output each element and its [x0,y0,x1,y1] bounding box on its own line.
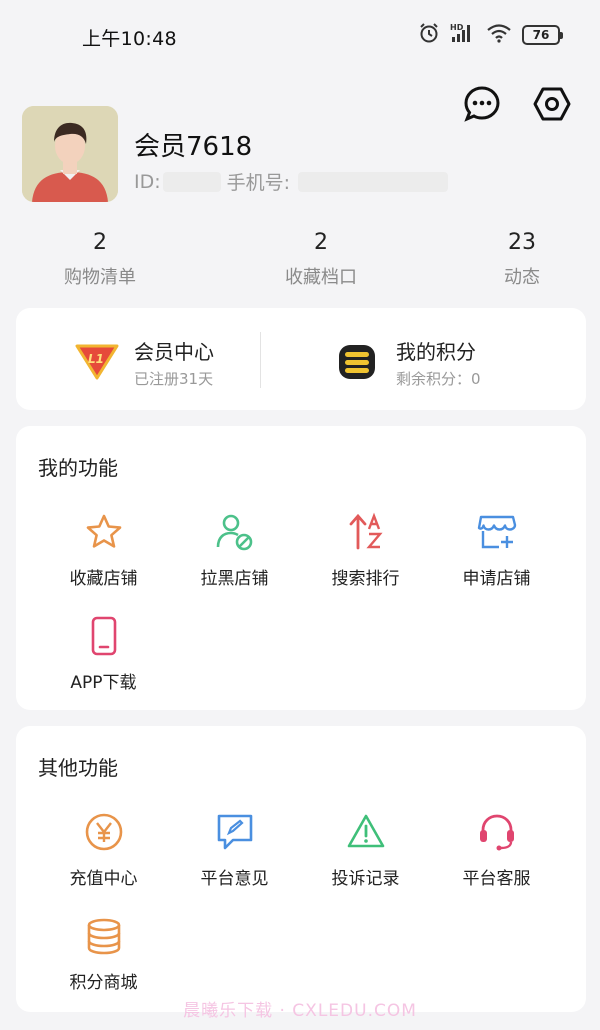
favorite-shops-button[interactable]: 收藏店铺 [38,510,169,589]
store-add-icon [475,510,519,554]
function-label: 积分商城 [69,973,138,993]
user-avatar-icon [22,106,118,202]
level-badge-text: L1 [88,352,104,366]
status-bar: 上午10:48 HD 76 [0,0,600,70]
network-label: HD [450,23,464,32]
system-icons: HD 76 [418,22,563,48]
search-ranking-button[interactable]: 搜索排行 [300,510,431,589]
function-label: 搜索排行 [331,569,400,589]
points-mall-button[interactable]: 积分商城 [38,914,169,993]
function-label: APP下载 [70,673,137,693]
function-label: 充值中心 [69,869,138,889]
stat-label: 动态 [504,267,540,288]
id-label: ID: [134,170,161,193]
app-download-button[interactable]: APP下载 [38,614,169,693]
stat-label: 购物清单 [64,267,136,288]
headset-icon [475,810,519,854]
function-label: 拉黑店铺 [200,569,269,589]
stat-label: 收藏档口 [285,267,357,288]
phone-value-redacted [298,171,449,192]
divider [260,332,261,388]
function-label: 投诉记录 [331,869,400,889]
apply-shop-button[interactable]: 申请店铺 [431,510,562,589]
other-functions-card: 其他功能 充值中心 平台意见 投诉记录 平台客服 积分商城 [16,726,586,1012]
stat-shopping-list[interactable]: 2 购物清单 [30,230,170,289]
phone-label: 手机号: [226,172,291,194]
sort-az-icon [344,510,388,554]
warning-icon [344,810,388,854]
alarm-icon [418,22,440,48]
level-badge-icon: L1 [75,344,119,380]
customer-service-button[interactable]: 平台客服 [431,810,562,889]
my-points-subtitle: 剩余积分：0 [396,370,481,388]
stat-value: 2 [314,230,328,255]
battery-indicator: 76 [522,25,563,45]
member-center-subtitle: 已注册31天 [134,370,214,388]
function-label: 平台意见 [200,869,269,889]
username: 会员7618 [134,132,253,162]
avatar[interactable] [22,106,118,202]
star-icon [82,510,126,554]
blocked-shops-button[interactable]: 拉黑店铺 [169,510,300,589]
my-points-button[interactable]: 我的积分 剩余积分：0 [316,308,586,410]
profile-header: 会员7618 ID: 手机号: [22,106,582,204]
points-database-icon [339,345,375,379]
account-info: ID: 手机号: [134,168,449,195]
recharge-center-button[interactable]: 充值中心 [38,810,169,889]
wifi-icon [486,22,512,48]
my-points-title: 我的积分 [396,340,476,364]
stat-activity[interactable]: 23 动态 [452,230,592,289]
signal-icon: HD [450,22,476,48]
stats-row: 2 购物清单 2 收藏档口 23 动态 [0,230,600,294]
status-time: 上午10:48 [82,28,177,50]
function-label: 平台客服 [462,869,531,889]
feedback-icon [213,810,257,854]
phone-icon [82,614,126,658]
member-center-button[interactable]: L1 会员中心 已注册31天 [16,308,261,410]
member-card: L1 会员中心 已注册31天 我的积分 剩余积分：0 [16,308,586,410]
stat-value: 23 [508,230,536,255]
watermark: 晨曦乐下载 · CXLEDU.COM [183,1001,417,1021]
function-label: 申请店铺 [462,569,531,589]
stat-favorite-stalls[interactable]: 2 收藏档口 [251,230,391,289]
coin-stack-icon [82,914,126,958]
my-functions-card: 我的功能 收藏店铺 拉黑店铺 搜索排行 申请店铺 APP下载 [16,426,586,710]
other-functions-title: 其他功能 [38,756,118,780]
function-label: 收藏店铺 [69,569,138,589]
user-block-icon [213,510,257,554]
platform-feedback-button[interactable]: 平台意见 [169,810,300,889]
complaint-records-button[interactable]: 投诉记录 [300,810,431,889]
yen-coin-icon [82,810,126,854]
stat-value: 2 [93,230,107,255]
id-value-redacted [162,171,221,192]
my-functions-title: 我的功能 [38,456,118,480]
member-center-title: 会员中心 [134,340,214,364]
